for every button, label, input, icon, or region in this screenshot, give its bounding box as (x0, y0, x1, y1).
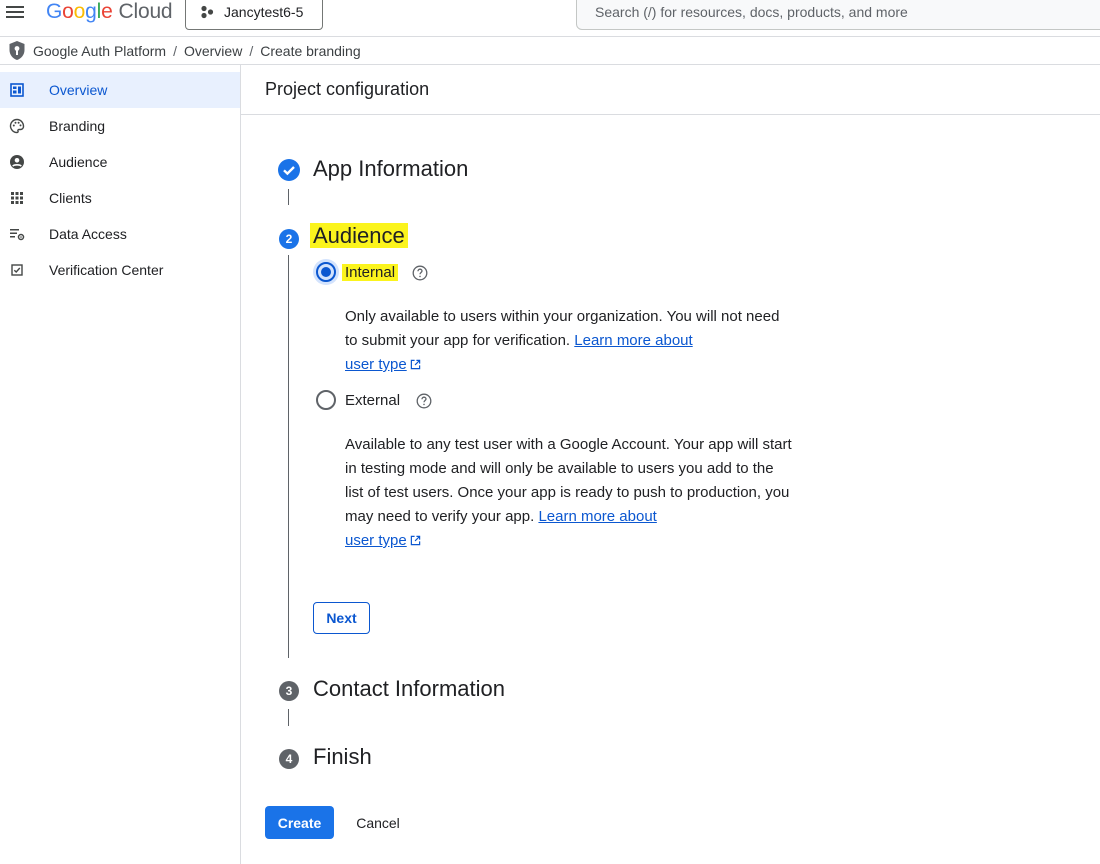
sidebar-item-verification-center[interactable]: Verification Center (0, 252, 240, 288)
breadcrumb-overview[interactable]: Overview (184, 43, 242, 59)
top-bar: Google Cloud Jancytest6-5 (0, 0, 1100, 37)
person-icon (10, 155, 24, 169)
sidebar-item-branding[interactable]: Branding (0, 108, 240, 144)
search-bar[interactable] (576, 0, 1100, 30)
external-radio[interactable] (316, 390, 336, 410)
checkbox-icon (11, 264, 23, 276)
apps-grid-icon (11, 192, 23, 204)
hamburger-menu-icon[interactable] (6, 5, 24, 19)
breadcrumb-create-branding: Create branding (260, 43, 361, 59)
create-button[interactable]: Create (265, 806, 334, 839)
next-button[interactable]: Next (313, 602, 370, 634)
shield-icon (9, 41, 25, 60)
google-cloud-logo[interactable]: Google Cloud (46, 0, 173, 24)
step-2-number: 2 (279, 229, 299, 249)
step-4-title: Finish (313, 744, 372, 769)
breadcrumb-bar: Google Auth Platform / Overview / Create bra… (0, 37, 1100, 65)
step-2-title: Audience (310, 223, 408, 249)
dashboard-icon (10, 83, 24, 97)
list-settings-icon (10, 229, 25, 241)
project-dots-icon (201, 5, 214, 19)
sidebar: Overview Branding Audience Clients Data … (0, 65, 241, 864)
search-input[interactable] (595, 4, 1100, 20)
step-connector (288, 189, 289, 205)
project-name: Jancytest6-5 (224, 4, 304, 20)
palette-icon (9, 118, 25, 134)
cancel-button[interactable]: Cancel (346, 806, 410, 839)
page-title: Project configuration (265, 79, 430, 99)
external-link-icon (410, 359, 420, 370)
internal-help-icon[interactable] (412, 265, 428, 281)
sidebar-item-clients[interactable]: Clients (0, 180, 240, 216)
external-description: Available to any test user with a Google… (345, 436, 792, 549)
step-3-title: Contact Information (313, 676, 505, 701)
step-1-check-icon (278, 159, 300, 181)
breadcrumb-auth-platform[interactable]: Google Auth Platform (33, 43, 166, 59)
step-1-title: App Information (313, 156, 469, 181)
external-label[interactable]: External (345, 392, 400, 409)
step-2-connector (288, 255, 289, 658)
project-picker-button[interactable]: Jancytest6-5 (185, 0, 323, 30)
step-4-number: 4 (279, 749, 299, 769)
sidebar-item-audience[interactable]: Audience (0, 144, 240, 180)
internal-description: Only available to users within your orga… (345, 308, 780, 373)
step-3-number: 3 (279, 681, 299, 701)
external-help-icon[interactable] (416, 393, 432, 409)
external-link-icon (410, 535, 420, 546)
sidebar-item-data-access[interactable]: Data Access (0, 216, 240, 252)
breadcrumb: Google Auth Platform / Overview / Create bra… (33, 43, 361, 59)
main-header: Project configuration (241, 65, 1100, 115)
step-connector (288, 709, 289, 726)
sidebar-item-overview[interactable]: Overview (0, 72, 240, 108)
internal-label[interactable]: Internal (342, 264, 399, 281)
internal-radio[interactable] (316, 262, 336, 282)
